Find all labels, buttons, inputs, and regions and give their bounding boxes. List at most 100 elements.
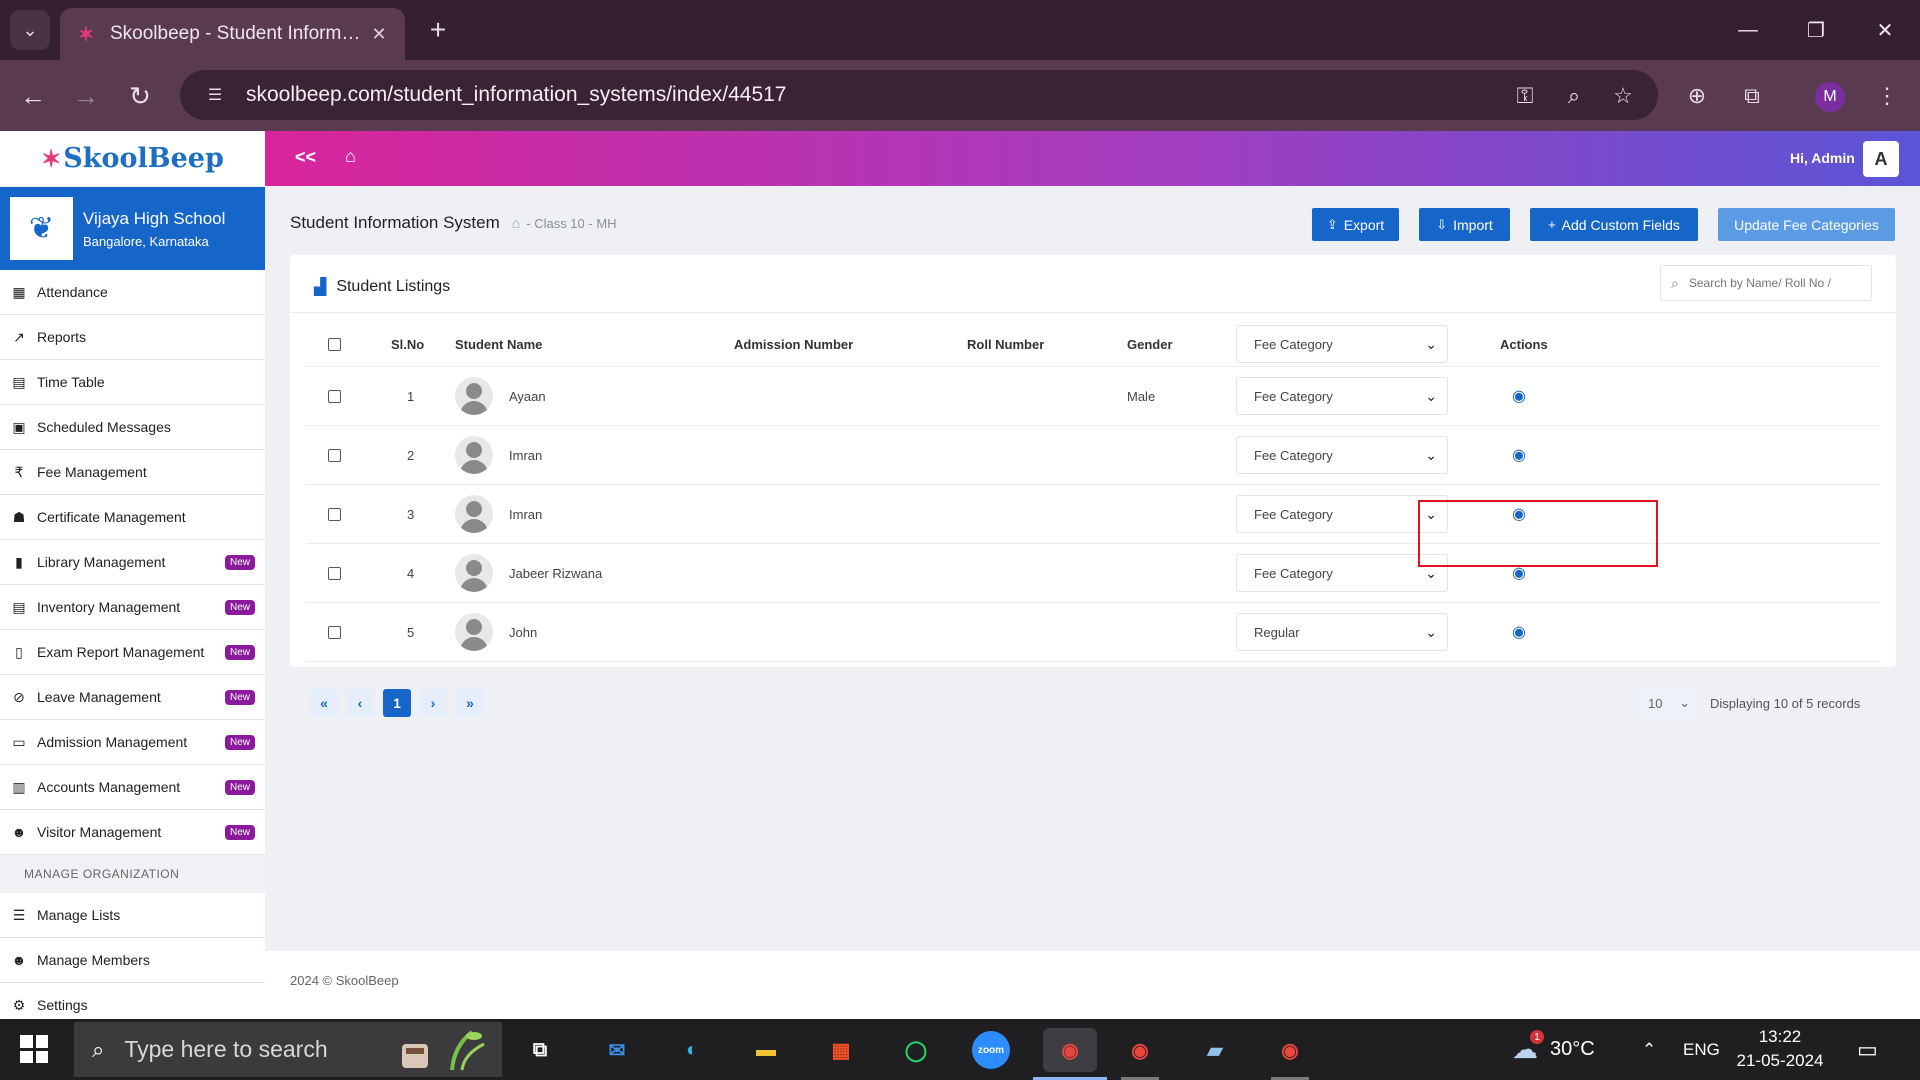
close-window-button[interactable]: ✕	[1862, 12, 1908, 48]
new-tab-button[interactable]: +	[420, 12, 456, 48]
fee-category-select[interactable]: Fee Category ⌄	[1236, 436, 1448, 474]
microsoft-store-icon[interactable]: ▦	[819, 1028, 863, 1072]
sidebar-item-manage-members[interactable]: ☻ Manage Members	[0, 938, 265, 983]
whatsapp-icon[interactable]: ◯	[894, 1028, 938, 1072]
sidebar-item-leave-management[interactable]: ⊘ Leave Management New	[0, 675, 265, 720]
weather-widget[interactable]: ☁ 1 30°C	[1512, 1019, 1595, 1080]
sidebar-item-visitor-management[interactable]: ☻ Visitor Management New	[0, 810, 265, 855]
notepad-icon[interactable]: ▰	[1193, 1028, 1237, 1072]
skoolbeep-logo[interactable]: ✶ SkoolBeep	[0, 131, 265, 187]
tab-search-button[interactable]: ⌄	[10, 10, 50, 50]
windows-start-icon[interactable]	[20, 1035, 48, 1063]
bookmark-star-icon[interactable]: ☆	[1603, 76, 1643, 116]
page-1-button[interactable]: 1	[383, 689, 411, 717]
admin-avatar[interactable]: A	[1863, 141, 1899, 177]
calendar-check-icon: ▣	[12, 418, 26, 435]
fee-category-select[interactable]: Regular ⌄	[1236, 613, 1448, 651]
school-card[interactable]: ❦ Vijaya High School Bangalore, Karnatak…	[0, 187, 265, 270]
sidebar-item-exam-report-management[interactable]: ▯ Exam Report Management New	[0, 630, 265, 675]
prev-page-button[interactable]: ‹	[346, 689, 374, 717]
taskbar-search[interactable]: ⌕ Type here to search	[74, 1022, 502, 1077]
add-custom-fields-button[interactable]: + Add Custom Fields	[1530, 208, 1698, 241]
search-field[interactable]: ⌕	[1660, 265, 1872, 301]
import-button[interactable]: ⇩ Import	[1419, 208, 1510, 241]
table-row: 5 John Regular ⌄ ◉	[306, 603, 1880, 662]
browser-menu-icon[interactable]: ⋮	[1867, 76, 1907, 116]
chrome-icon[interactable]: ◉	[1118, 1028, 1162, 1072]
sidebar-section-label: MANAGE ORGANIZATION	[0, 855, 265, 893]
language-indicator[interactable]: ENG	[1683, 1019, 1720, 1080]
forward-button[interactable]: →	[66, 76, 106, 116]
profile-avatar[interactable]: M	[1815, 82, 1845, 112]
zoom-icon[interactable]: ⌕	[1554, 76, 1594, 116]
password-key-icon[interactable]: ⚿	[1505, 76, 1545, 116]
row-checkbox[interactable]	[328, 507, 341, 521]
list-icon: ☰	[12, 906, 26, 923]
select-all-checkbox[interactable]	[328, 337, 341, 351]
sidebar-item-reports[interactable]: ↗ Reports	[0, 315, 265, 360]
notification-center-icon[interactable]: ▭	[1857, 1019, 1878, 1080]
row-sl-no: 1	[407, 388, 415, 404]
fee-category-select[interactable]: Fee Category ⌄	[1236, 377, 1448, 415]
fee-category-select[interactable]: Fee Category ⌄	[1236, 554, 1448, 592]
system-clock[interactable]: 13:22 21-05-2024	[1735, 1025, 1825, 1073]
student-listings-card: ▟ Student Listings ⌕ Sl.No Student Name …	[290, 255, 1896, 717]
sidebar-item-fee-management[interactable]: ₹ Fee Management	[0, 450, 265, 495]
sidebar-item-attendance[interactable]: ▦ Attendance	[0, 270, 265, 315]
row-checkbox[interactable]	[328, 389, 341, 403]
sidebar-item-certificate-management[interactable]: ☗ Certificate Management	[0, 495, 265, 540]
export-button[interactable]: ⇪ Export	[1312, 208, 1399, 241]
home-icon[interactable]: ⌂	[345, 146, 356, 167]
sidebar-item-settings[interactable]: ⚙ Settings	[0, 983, 265, 1019]
row-checkbox[interactable]	[328, 625, 341, 639]
view-eye-icon[interactable]: ◉	[1512, 622, 1526, 642]
address-bar[interactable]: ☰ skoolbeep.com/student_information_syst…	[180, 70, 1658, 120]
fee-category-filter-select[interactable]: Fee Category ⌄	[1236, 325, 1448, 363]
mail-icon[interactable]: ✉	[595, 1028, 639, 1072]
row-checkbox[interactable]	[328, 566, 341, 580]
last-page-button[interactable]: »	[456, 689, 484, 717]
minimize-button[interactable]: —	[1725, 12, 1771, 48]
search-highlight-plant-icon	[402, 1030, 485, 1071]
extensions-puzzle-icon[interactable]: ⧉	[1732, 76, 1772, 116]
per-page-select[interactable]: 10 ⌄	[1638, 689, 1698, 717]
sidebar-item-manage-lists[interactable]: ☰ Manage Lists	[0, 893, 265, 938]
first-page-button[interactable]: «	[310, 689, 338, 717]
view-eye-icon[interactable]: ◉	[1512, 386, 1526, 406]
row-checkbox[interactable]	[328, 448, 341, 462]
close-tab-icon[interactable]: ✕	[367, 24, 391, 45]
select-value: Fee Category	[1254, 388, 1333, 404]
update-fee-categories-button[interactable]: Update Fee Categories	[1718, 208, 1895, 241]
sidebar-item-inventory-management[interactable]: ▤ Inventory Management New	[0, 585, 265, 630]
zoom-icon[interactable]: zoom	[969, 1028, 1013, 1072]
collapse-sidebar-button[interactable]: <<	[295, 147, 316, 168]
sidebar-item-accounts-management[interactable]: ▥ Accounts Management New	[0, 765, 265, 810]
new-badge: New	[224, 779, 255, 795]
task-view-icon[interactable]: ⧉	[518, 1028, 562, 1072]
search-input[interactable]	[1688, 276, 1859, 290]
back-button[interactable]: ←	[13, 76, 53, 116]
restore-button[interactable]: ❐	[1793, 12, 1839, 48]
fee-category-select[interactable]: Fee Category ⌄	[1236, 495, 1448, 533]
next-page-button[interactable]: ›	[419, 689, 447, 717]
browser-tab[interactable]: ✶ Skoolbeep - Student Informatio ✕	[60, 8, 405, 60]
tray-overflow-chevron-icon[interactable]: ⌃	[1642, 1019, 1656, 1080]
chrome-profile-icon[interactable]: ◉	[1268, 1028, 1312, 1072]
view-eye-icon[interactable]: ◉	[1512, 445, 1526, 465]
reload-button[interactable]: ↻	[120, 76, 160, 116]
site-settings-icon[interactable]: ☰	[200, 80, 230, 110]
edge-browser-icon[interactable]: ◐	[670, 1028, 714, 1072]
sidebar-item-scheduled-messages[interactable]: ▣ Scheduled Messages	[0, 405, 265, 450]
sidebar-item-time-table[interactable]: ▤ Time Table	[0, 360, 265, 405]
chrome-profile-m-icon[interactable]: ◉	[1043, 1028, 1097, 1072]
sidebar-item-admission-management[interactable]: ▭ Admission Management New	[0, 720, 265, 765]
divider	[290, 312, 1896, 313]
import-button-label: Import	[1453, 216, 1493, 233]
breadcrumb: - Class 10 - MH	[526, 215, 617, 231]
file-explorer-icon[interactable]: ▬	[744, 1028, 788, 1072]
extension-add-icon[interactable]: ⊕	[1677, 76, 1717, 116]
breadcrumb-home-icon[interactable]: ⌂	[512, 215, 520, 231]
sidebar-item-label: Fee Management	[37, 464, 147, 480]
logo-star-icon: ✶	[41, 144, 62, 173]
sidebar-item-library-management[interactable]: ▮ Library Management New	[0, 540, 265, 585]
